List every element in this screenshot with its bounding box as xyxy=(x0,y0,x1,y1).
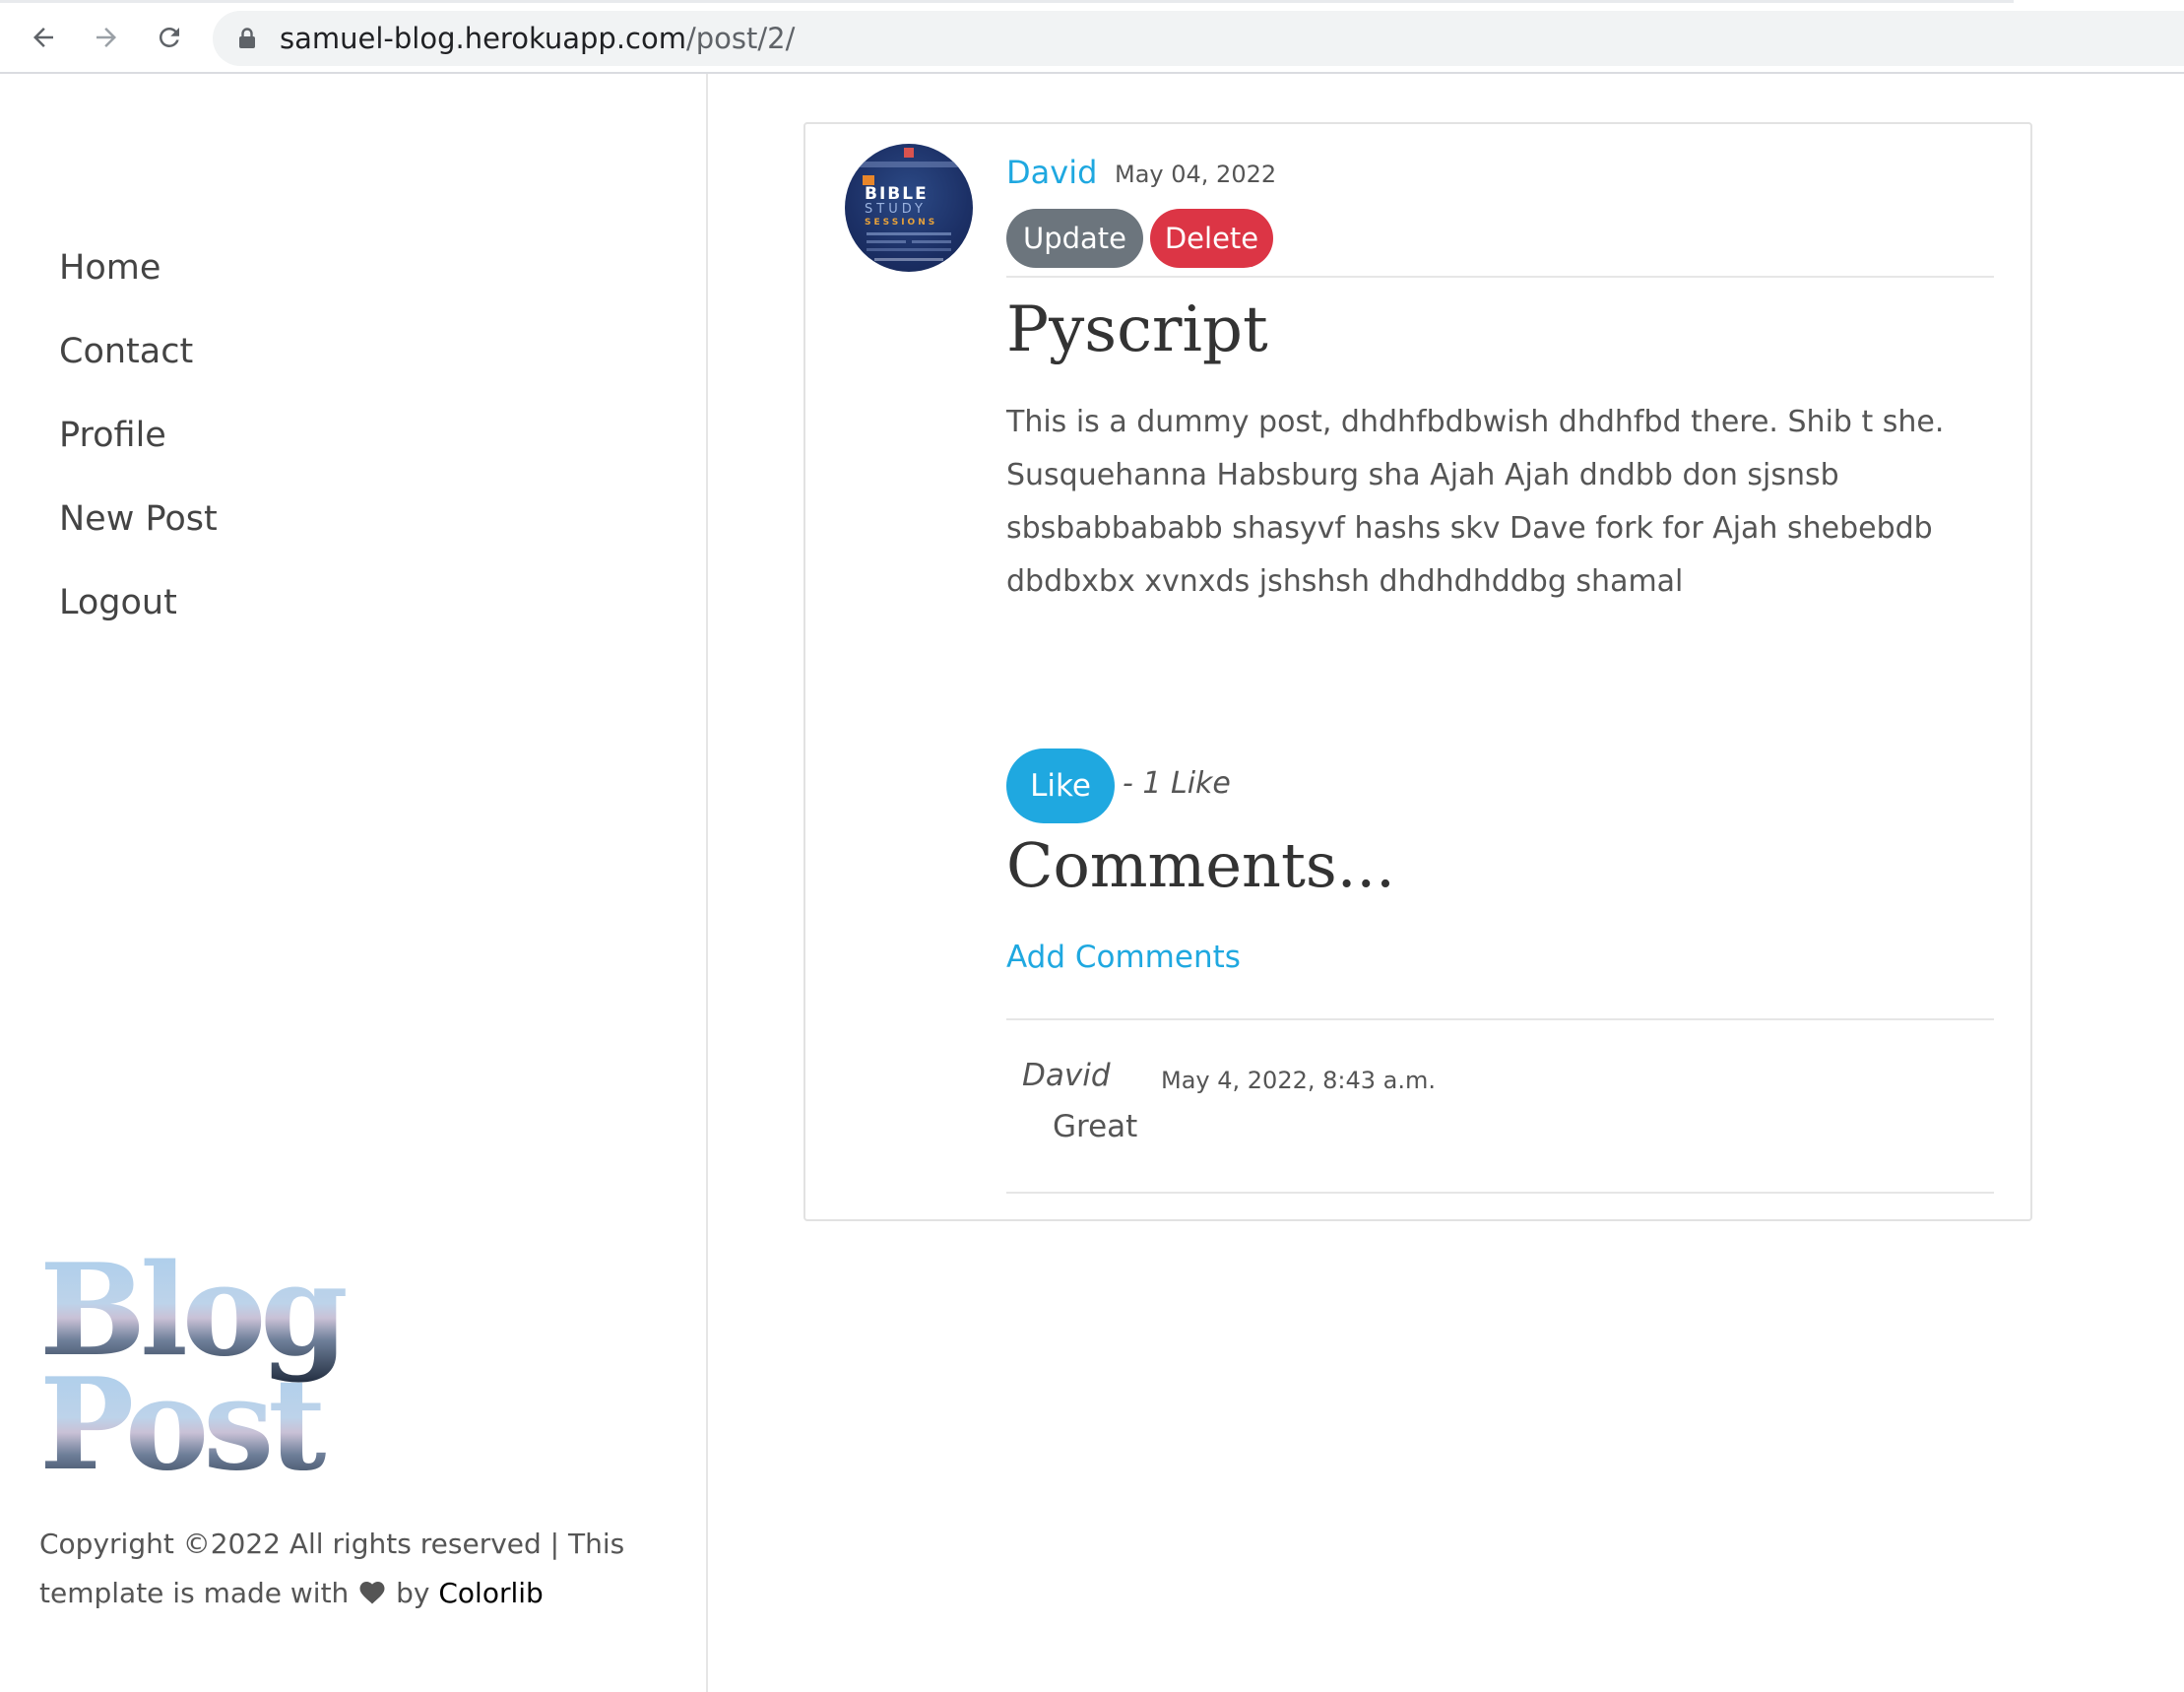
like-button[interactable]: Like xyxy=(1006,748,1115,823)
colorlib-link[interactable]: Colorlib xyxy=(438,1577,543,1609)
post-title: Pyscript xyxy=(1006,293,1268,366)
nav-logout-link[interactable]: Logout xyxy=(59,561,218,645)
copyright-by: by xyxy=(396,1577,430,1609)
url-text: samuel-blog.herokuapp.com/post/2/ xyxy=(280,22,795,55)
nav-profile-link[interactable]: Profile xyxy=(59,394,218,478)
update-button[interactable]: Update xyxy=(1006,209,1143,268)
address-bar[interactable]: samuel-blog.herokuapp.com/post/2/ xyxy=(213,11,2184,66)
post-card: BIBLE STUDY SESSIONS David May 04, 2022 … xyxy=(803,122,2032,1221)
copyright-notice: Copyright ©2022 All rights reserved | Th… xyxy=(39,1520,650,1618)
comment-date: May 4, 2022, 8:43 a.m. xyxy=(1161,1067,1436,1094)
like-count: - 1 Like xyxy=(1123,766,1231,801)
delete-button[interactable]: Delete xyxy=(1150,209,1273,268)
url-path: /post/2/ xyxy=(685,22,796,55)
comment-author: David xyxy=(1022,1058,1111,1093)
comments-heading: Comments... xyxy=(1006,829,1395,901)
logo-line2: Post xyxy=(39,1351,326,1472)
sidebar: Home Contact Profile New Post Logout Blo… xyxy=(0,74,708,1692)
divider xyxy=(1006,1018,1994,1020)
sidebar-nav: Home Contact Profile New Post Logout xyxy=(59,227,218,645)
author-avatar: BIBLE STUDY SESSIONS xyxy=(845,144,973,272)
back-icon[interactable] xyxy=(24,18,63,57)
tab-strip-line xyxy=(0,0,2014,3)
blog-post-logo[interactable]: Blog Post xyxy=(37,1236,353,1499)
post-author[interactable]: David xyxy=(1006,154,1097,191)
nav-contact-link[interactable]: Contact xyxy=(59,310,218,394)
add-comments-link[interactable]: Add Comments xyxy=(1006,940,1241,975)
comment-body: Great xyxy=(1053,1109,1138,1144)
lock-icon xyxy=(239,28,255,48)
url-host: samuel-blog.herokuapp.com xyxy=(280,22,686,55)
forward-icon[interactable] xyxy=(87,18,126,57)
heart-icon xyxy=(359,1582,385,1604)
avatar-text-line2: STUDY xyxy=(865,202,927,217)
divider xyxy=(1006,276,1994,278)
avatar-text-line3: SESSIONS xyxy=(865,218,937,228)
browser-toolbar: samuel-blog.herokuapp.com/post/2/ xyxy=(0,0,2184,74)
nav-home-link[interactable]: Home xyxy=(59,227,218,310)
reload-icon[interactable] xyxy=(150,18,189,57)
divider xyxy=(1006,1192,1994,1194)
post-body: This is a dummy post, dhdhfbdbwish dhdhf… xyxy=(1006,405,1945,599)
nav-new-post-link[interactable]: New Post xyxy=(59,478,218,561)
post-date: May 04, 2022 xyxy=(1115,161,1277,188)
avatar-text-line1: BIBLE xyxy=(865,184,929,204)
